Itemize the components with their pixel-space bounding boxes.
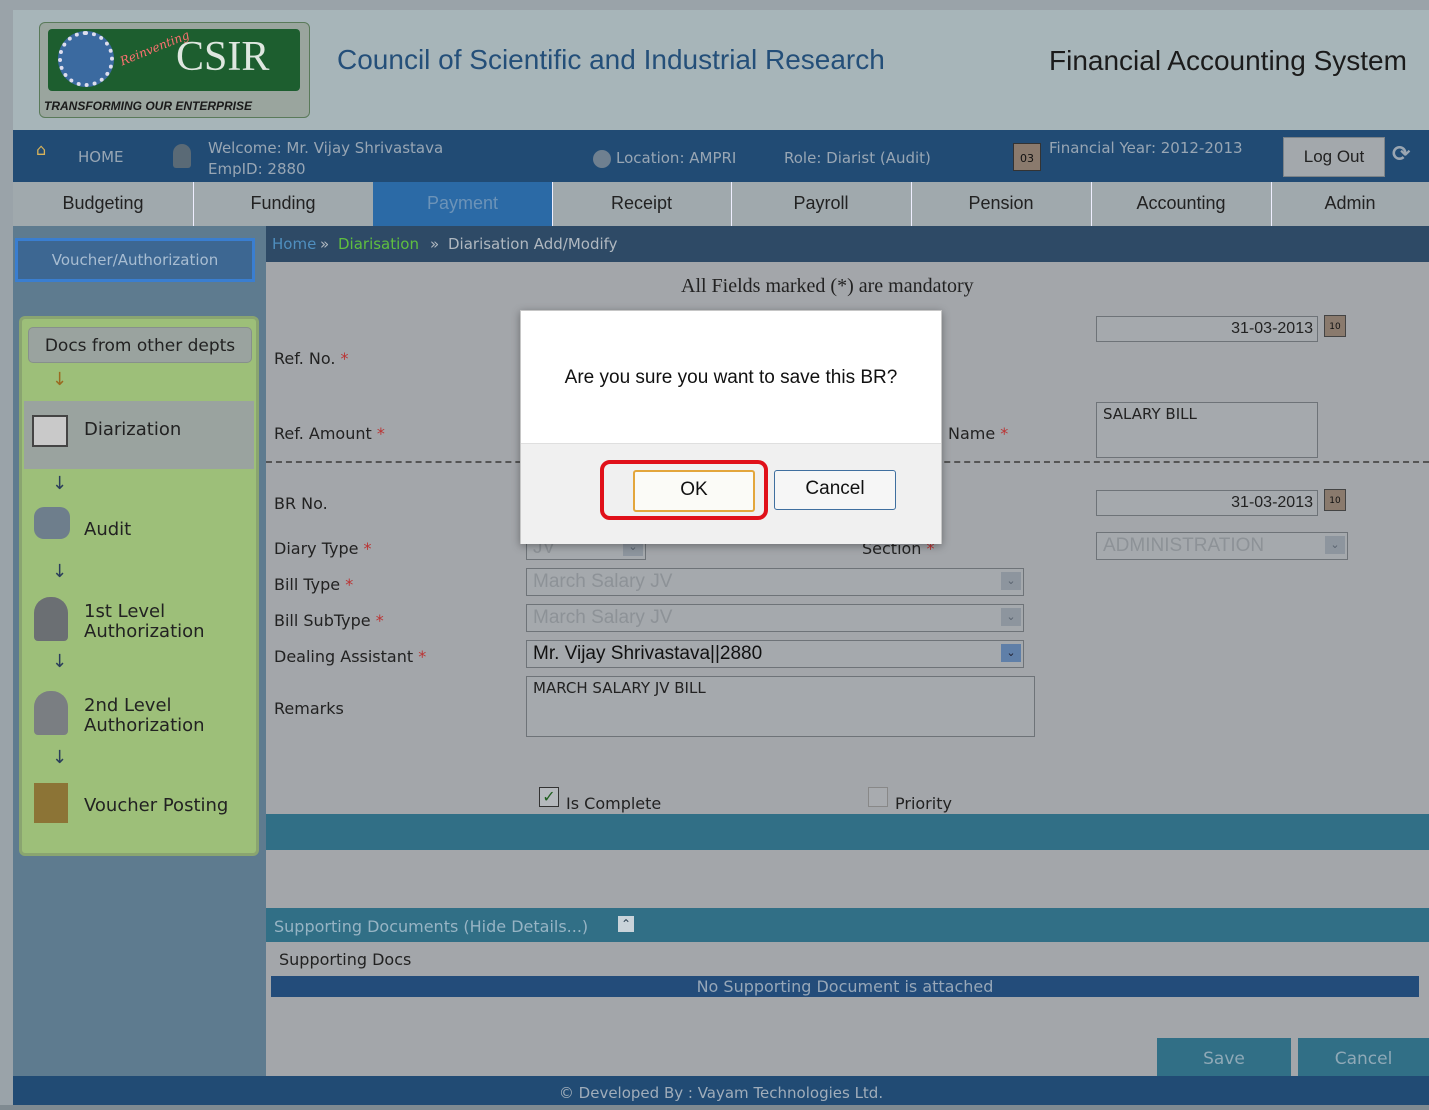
menu-funding[interactable]: Funding [193,182,374,226]
page-footer: © Developed By : Vayam Technologies Ltd. [13,1076,1429,1105]
arrow-down-icon: ↓ [52,747,68,768]
globe-icon [593,150,611,168]
arrow-down-icon: ↓ [52,473,68,494]
priority-label: Priority [895,794,952,813]
user-icon [173,144,191,168]
dialog-message: Are you sure you want to save this BR? [564,367,898,388]
logout-button[interactable]: Log Out [1283,137,1385,177]
app-window: Reinventing CSIR TRANSFORMING OUR ENTERP… [0,0,1429,1105]
app-title: Financial Accounting System [1049,45,1407,76]
name-label: Name * [948,424,1009,443]
dialog-ok-button[interactable]: OK [633,470,755,512]
priority-checkbox[interactable] [868,787,888,807]
arrow-down-icon: ↓ [52,369,68,390]
menu-accounting[interactable]: Accounting [1091,182,1272,226]
breadcrumb-diarisation[interactable]: Diarisation [338,235,419,253]
ref-date-field[interactable]: 31-03-2013 [1096,316,1318,342]
welcome-text: Welcome: Mr. Vijay Shrivastava [208,139,444,157]
confirm-dialog: Are you sure you want to save this BR? O… [520,310,942,544]
workflow-panel: Docs from other depts ↓ Diarization ↓ Au… [19,316,259,856]
is-complete-checkbox[interactable]: ✓ [539,787,559,807]
remarks-textarea[interactable]: MARCH SALARY JV BILL [526,676,1035,737]
voucher-authorization-button[interactable]: Voucher/Authorization [15,238,255,282]
breadcrumb-separator: » [320,235,330,253]
bill-subtype-select[interactable]: March Salary JV ⌄ [526,604,1024,632]
remarks-label: Remarks [274,699,344,718]
menu-budgeting[interactable]: Budgeting [13,182,194,226]
empid-text: EmpID: 2880 [208,160,306,178]
form-bottom-bar [266,814,1429,850]
ref-amount-label: Ref. Amount * [274,424,385,443]
collapse-icon[interactable]: ⌃ [618,916,634,932]
mandatory-note: All Fields marked (*) are mandatory [681,275,974,297]
logo-banner: Reinventing CSIR [48,28,300,91]
breadcrumb-current: Diarisation Add/Modify [448,235,618,253]
arrow-down-icon: ↓ [52,651,68,672]
cancel-button[interactable]: Cancel [1298,1038,1429,1078]
dialog-footer: OK Cancel [521,443,941,544]
supporting-docs-label: Supporting Docs [279,950,412,969]
calendar-icon[interactable]: 10 [1324,489,1346,511]
financial-year-text: Financial Year: 2012-2013 [1049,139,1243,157]
menu-payroll[interactable]: Payroll [731,182,912,226]
menu-receipt[interactable]: Receipt [552,182,732,226]
gear-emblem-icon [58,31,114,87]
sidebar: Voucher/Authorization Docs from other de… [13,226,266,1076]
calendar-icon: 03 [1013,143,1041,171]
audit-users-icon [34,507,70,539]
chevron-down-icon: ⌄ [1001,608,1021,626]
br-no-label: BR No. [274,494,328,513]
user-avatar-icon [34,691,68,735]
calendar-icon[interactable]: 10 [1324,315,1346,337]
section-select[interactable]: ADMINISTRATION ⌄ [1096,532,1348,560]
menu-admin[interactable]: Admin [1271,182,1429,226]
user-avatar-icon [34,597,68,641]
logo-tagline: TRANSFORMING OUR ENTERPRISE [44,99,253,113]
home-link[interactable]: HOME [78,148,124,166]
diary-type-label: Diary Type * [274,539,372,558]
br-date-field[interactable]: 31-03-2013 [1096,490,1318,516]
logo-csir-text: CSIR [176,34,270,80]
save-button[interactable]: Save [1157,1038,1291,1078]
info-bar: ⌂ HOME Welcome: Mr. Vijay Shrivastava Em… [13,130,1429,182]
no-documents-message: No Supporting Document is attached [271,976,1419,997]
folder-icon [34,783,68,823]
supporting-documents-title: Supporting Documents (Hide Details...) [274,917,589,936]
main-menu: Budgeting Funding Payment Receipt Payrol… [13,182,1429,226]
dealing-assistant-select[interactable]: Mr. Vijay Shrivastava||2880 ⌄ [526,640,1024,668]
is-complete-label: Is Complete [566,794,662,813]
chevron-down-icon: ⌄ [1001,644,1021,662]
menu-payment[interactable]: Payment [373,182,553,226]
bill-subtype-label: Bill SubType * [274,611,384,630]
org-title: Council of Scientific and Industrial Res… [337,44,885,75]
home-icon[interactable]: ⌂ [36,140,46,159]
arrow-down-icon: ↓ [52,561,68,582]
supporting-documents-header[interactable]: Supporting Documents (Hide Details...) ⌃ [266,908,1429,942]
breadcrumb-separator: » [430,235,440,253]
bill-type-select[interactable]: March Salary JV ⌄ [526,568,1024,596]
refresh-icon[interactable]: ⟳ [1392,142,1410,167]
dialog-cancel-button[interactable]: Cancel [774,470,896,510]
book-icon [32,415,68,447]
ref-no-label: Ref. No. * [274,349,349,368]
name-field[interactable]: SALARY BILL [1096,402,1318,458]
bill-type-label: Bill Type * [274,575,354,594]
docs-from-other-depts-button[interactable]: Docs from other depts [28,327,252,363]
chevron-down-icon: ⌄ [1325,536,1345,554]
breadcrumb: Home » Diarisation » Diarisation Add/Mod… [266,226,1429,262]
breadcrumb-home[interactable]: Home [272,235,316,253]
dealing-assistant-label: Dealing Assistant * [274,647,427,666]
location-text: Location: AMPRI [616,149,737,167]
csir-logo: Reinventing CSIR TRANSFORMING OUR ENTERP… [39,22,310,118]
chevron-down-icon: ⌄ [1001,572,1021,590]
role-text: Role: Diarist (Audit) [784,149,931,167]
menu-pension[interactable]: Pension [911,182,1092,226]
